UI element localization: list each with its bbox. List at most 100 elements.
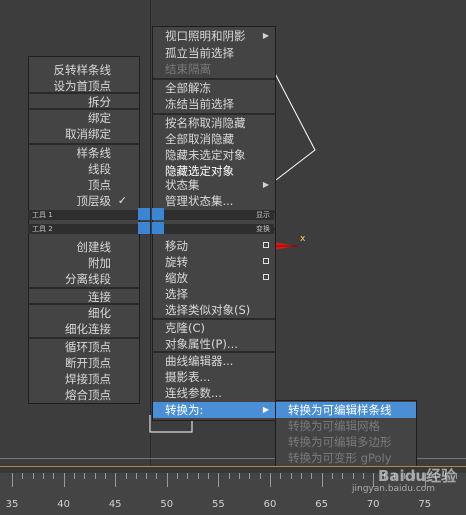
checkmark-icon: ✓ — [117, 194, 127, 207]
left-menu-group3-item-0[interactable]: 绑定 — [29, 110, 139, 126]
left-menu-group8-item-0-label: 循环顶点 — [65, 340, 111, 354]
convert-to-menu-item-label: 转换为: — [165, 403, 204, 417]
ruler-minor-tick — [32, 473, 34, 479]
watermark-url: jingyan.baidu.com — [352, 484, 436, 494]
ruler-minor-tick — [342, 473, 344, 479]
menu-separator — [29, 143, 139, 145]
ruler-major-tick — [321, 473, 323, 487]
ruler-minor-tick — [73, 473, 75, 479]
ruler-minor-tick — [84, 473, 86, 479]
menu-separator — [153, 78, 275, 80]
right-menu-group5-item-5-label: 克隆(C) — [165, 321, 206, 335]
ruler-minor-tick — [135, 473, 137, 479]
right-menu-group1-item-0-label: 视口照明和阴影 — [165, 29, 246, 43]
menu-separator — [29, 337, 139, 339]
right-menu-group4-item-1-label: 管理状态集... — [165, 194, 234, 208]
convert-submenu-item-2-label: 转换为可编辑多边形 — [288, 435, 392, 449]
convert-submenu-item-1[interactable]: 转换为可编辑网格 — [276, 418, 416, 434]
ruler-major-tick — [115, 473, 117, 487]
left-menu-group4-item-1[interactable]: 线段 — [29, 161, 139, 177]
ruler-minor-tick — [352, 473, 354, 479]
ruler-minor-tick — [104, 473, 106, 479]
left-menu-group4-item-0-label: 样条线 — [76, 146, 112, 160]
left-menu-group3-item-1-label: 取消绑定 — [65, 127, 111, 141]
right-menu-group1-item-1[interactable]: 孤立当前选择 — [153, 45, 275, 61]
ruler-major-tick — [270, 473, 271, 487]
left-menu-group7-item-1[interactable]: 细化连接 — [29, 321, 139, 337]
right-menu-group5-item-9[interactable]: 连线参数... — [153, 385, 275, 401]
right-menu-group5-item-0[interactable]: 移动 — [153, 238, 275, 254]
convert-submenu-item-3[interactable]: 转换为可变形 gPoly — [276, 450, 416, 466]
ruler-minor-tick — [290, 473, 292, 479]
right-menu-group5-item-1-label: 旋转 — [165, 255, 188, 269]
convert-to-menu-item[interactable]: 转换为: ▶ — [153, 402, 275, 418]
right-menu-group4-item-1[interactable]: 管理状态集... — [153, 193, 275, 209]
left-menu-group3-item-1[interactable]: 取消绑定 — [29, 126, 139, 142]
convert-submenu-item-1-label: 转换为可编辑网格 — [288, 419, 380, 433]
left-menu-group8-item-1-label: 断开顶点 — [65, 356, 111, 370]
right-menu-group3-item-2[interactable]: 隐藏未选定对象 — [153, 147, 275, 163]
ruler-minor-tick — [53, 473, 55, 479]
options-box-icon[interactable] — [263, 242, 269, 248]
ruler-tick-label: 45 — [108, 499, 122, 510]
ruler-major-tick — [63, 473, 65, 487]
right-menu-group5-item-2[interactable]: 缩放 — [153, 270, 275, 286]
right-menu-group5-item-6[interactable]: 对象属性(P)... — [153, 336, 275, 352]
right-menu-group5-item-3[interactable]: 选择 — [153, 286, 275, 302]
quad-selector-bottom-right[interactable] — [152, 222, 164, 234]
quad-selector-top-left[interactable] — [138, 208, 150, 220]
left-menu-group5-item-0-label: 创建线 — [76, 240, 112, 254]
left-menu-group4-item-2[interactable]: 顶点 — [29, 177, 139, 193]
submenu-arrow-icon: ▶ — [262, 180, 269, 189]
left-menu-group5-item-2[interactable]: 分离线段 — [29, 271, 139, 287]
ruler-minor-tick — [280, 473, 282, 479]
ruler-major-tick — [218, 473, 220, 487]
right-menu-group5-item-7[interactable]: 曲线编辑器... — [153, 353, 275, 369]
right-menu-group3-item-3-label: 隐藏选定对象 — [165, 164, 234, 178]
left-menu-group5-item-0[interactable]: 创建线 — [29, 239, 139, 255]
left-menu-group5-item-1[interactable]: 附加 — [29, 255, 139, 271]
left-menu-group8-item-1[interactable]: 断开顶点 — [29, 355, 139, 371]
left-menu-group1-item-0[interactable]: 反转样条线 — [29, 62, 139, 78]
transform-gizmo[interactable] — [272, 236, 312, 256]
ruler-major-tick — [166, 473, 168, 487]
right-menu-group5-item-3-label: 选择 — [165, 287, 188, 301]
display-bar: 显示 — [152, 210, 274, 220]
right-menu-group5-item-1[interactable]: 旋转 — [153, 254, 275, 270]
right-menu-group5-item-9-label: 连线参数... — [165, 386, 222, 400]
left-menu-group4-item-0[interactable]: 样条线 — [29, 145, 139, 161]
left-menu-group2-item-0-label: 拆分 — [88, 95, 111, 109]
right-menu-group5-item-8[interactable]: 摄影表... — [153, 369, 275, 385]
quad-selector-top-right[interactable] — [152, 208, 164, 220]
quad-selector-bottom-left[interactable] — [138, 222, 150, 234]
right-menu-group3-item-0[interactable]: 按名称取消隐藏 — [153, 115, 275, 131]
right-menu-group1-item-1-label: 孤立当前选择 — [165, 46, 234, 60]
left-menu-group8-item-3[interactable]: 熔合顶点 — [29, 387, 139, 403]
left-menu-group4-item-3[interactable]: 顶层级 ✓ — [29, 193, 139, 209]
axis-label-x: x — [300, 234, 306, 244]
left-menu-group5-item-2-label: 分离线段 — [65, 272, 111, 286]
right-menu-group1-item-0[interactable]: 视口照明和阴影 ▶ — [153, 28, 275, 44]
convert-submenu-item-2[interactable]: 转换为可编辑多边形 — [276, 434, 416, 450]
right-menu-group5-item-4[interactable]: 选择类似对象(S) — [153, 302, 275, 318]
right-menu-group3-item-1[interactable]: 全部取消隐藏 — [153, 131, 275, 147]
right-menu-group5-item-0-label: 移动 — [165, 239, 188, 253]
right-menu-group1-item-2[interactable]: 结束隔离 — [153, 61, 275, 77]
right-menu-group5-item-6-label: 对象属性(P)... — [165, 337, 238, 351]
ruler-major-tick — [12, 473, 13, 487]
left-menu-group8-item-0[interactable]: 循环顶点 — [29, 339, 139, 355]
right-menu-group5-item-5[interactable]: 克隆(C) — [153, 320, 275, 336]
left-menu-group8-item-2[interactable]: 焊接顶点 — [29, 371, 139, 387]
menu-separator — [29, 287, 139, 289]
right-menu-group2-item-1[interactable]: 冻结当前选择 — [153, 96, 275, 112]
convert-submenu-item-0[interactable]: 转换为可编辑样条线 — [276, 402, 416, 418]
right-menu-group4-item-0[interactable]: 状态集 ▶ — [153, 177, 275, 193]
ruler-tick-label: 65 — [315, 499, 328, 510]
options-box-icon[interactable] — [263, 258, 269, 264]
left-menu-group7-item-0[interactable]: 细化 — [29, 305, 139, 321]
ruler-minor-tick — [187, 473, 189, 479]
left-menu-group1-item-0-label: 反转样条线 — [53, 63, 112, 77]
left-menu-group8-item-2-label: 焊接顶点 — [65, 372, 111, 386]
options-box-icon[interactable] — [263, 274, 269, 280]
right-menu-group2-item-0[interactable]: 全部解冻 — [153, 80, 275, 96]
